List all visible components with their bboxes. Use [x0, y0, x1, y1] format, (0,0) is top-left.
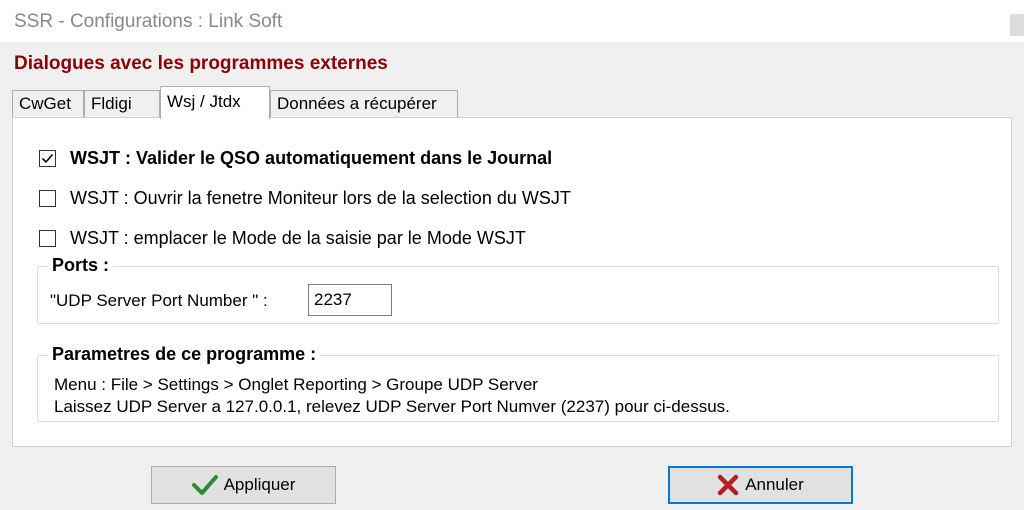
tab-wsj-jtdx[interactable]: Wsj / Jtdx	[160, 86, 270, 119]
ports-title: Ports :	[48, 255, 114, 276]
option-open-monitor[interactable]: WSJT : Ouvrir la fenetre Moniteur lors d…	[39, 188, 571, 209]
replace-mode-checkbox[interactable]	[39, 230, 56, 247]
replace-mode-label: WSJT : emplacer le Mode de la saisie par…	[70, 228, 526, 248]
params-line-2: Laissez UDP Server a 127.0.0.1, relevez …	[54, 397, 730, 416]
tab-panel: WSJT : Valider le QSO automatiquement da…	[12, 117, 1012, 447]
dialog-heading: Dialogues avec les programmes externes	[14, 53, 388, 74]
params-line-1: Menu : File > Settings > Onglet Reportin…	[54, 375, 538, 394]
cancel-label: Annuler	[745, 475, 804, 494]
apply-button[interactable]: Appliquer	[151, 466, 336, 504]
checkmark-icon	[191, 474, 218, 496]
ports-group: Ports : "UDP Server Port Number " :	[37, 255, 999, 324]
checkmark-icon	[41, 153, 54, 164]
params-group: Parametres de ce programme : Menu : File…	[37, 344, 999, 422]
cancel-button[interactable]: Annuler	[668, 466, 853, 504]
x-icon	[717, 474, 739, 496]
close-button[interactable]	[1010, 14, 1024, 36]
tab-donnees[interactable]: Données a récupérer	[270, 90, 458, 118]
window-title: SSR - Configurations : Link Soft	[14, 11, 283, 32]
tab-fldigi[interactable]: Fldigi	[84, 90, 160, 118]
udp-port-label: "UDP Server Port Number " :	[50, 291, 268, 310]
option-replace-mode[interactable]: WSJT : emplacer le Mode de la saisie par…	[39, 228, 526, 249]
title-bar: SSR - Configurations : Link Soft	[0, 0, 1024, 42]
apply-label: Appliquer	[223, 475, 296, 494]
tab-cwget[interactable]: CwGet	[12, 90, 84, 118]
udp-port-input[interactable]	[308, 284, 392, 316]
option-validate-qso[interactable]: WSJT : Valider le QSO automatiquement da…	[39, 148, 552, 169]
open-monitor-label: WSJT : Ouvrir la fenetre Moniteur lors d…	[70, 188, 571, 208]
params-title: Parametres de ce programme :	[48, 344, 321, 365]
validate-qso-label: WSJT : Valider le QSO automatiquement da…	[70, 148, 553, 168]
open-monitor-checkbox[interactable]	[39, 190, 56, 207]
validate-qso-checkbox[interactable]	[39, 150, 56, 167]
